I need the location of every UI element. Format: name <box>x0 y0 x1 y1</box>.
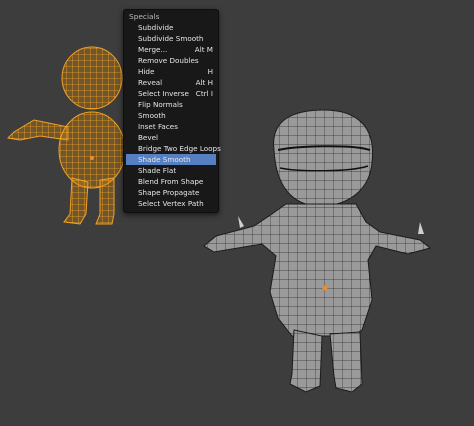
menu-item-hide[interactable]: Hide H <box>126 66 216 77</box>
menu-item-subdivide[interactable]: Subdivide <box>126 22 216 33</box>
3d-viewport[interactable]: Specials Subdivide Subdivide Smooth Merg… <box>0 0 474 426</box>
menu-item-select-vertex-path[interactable]: Select Vertex Path <box>126 198 216 209</box>
menu-item-smooth[interactable]: Smooth <box>126 110 216 121</box>
menu-item-shape-propagate[interactable]: Shape Propagate <box>126 187 216 198</box>
menu-item-merge[interactable]: Merge... Alt M <box>126 44 216 55</box>
menu-item-flip-normals[interactable]: Flip Normals <box>126 99 216 110</box>
menu-item-reveal[interactable]: Reveal Alt H <box>126 77 216 88</box>
menu-item-remove-doubles[interactable]: Remove Doubles <box>126 55 216 66</box>
menu-item-shade-smooth[interactable]: Shade Smooth <box>126 154 216 165</box>
menu-item-blend-from-shape[interactable]: Blend From Shape <box>126 176 216 187</box>
menu-item-shade-flat[interactable]: Shade Flat <box>126 165 216 176</box>
menu-item-select-inverse[interactable]: Select Inverse Ctrl I <box>126 88 216 99</box>
selected-character-mesh[interactable] <box>0 0 474 426</box>
menu-item-inset-faces[interactable]: Inset Faces <box>126 121 216 132</box>
specials-menu: Specials Subdivide Subdivide Smooth Merg… <box>123 9 221 213</box>
menu-item-bevel[interactable]: Bevel <box>126 132 216 143</box>
menu-item-subdivide-smooth[interactable]: Subdivide Smooth <box>126 33 216 44</box>
menu-item-bridge-two-edge-loops[interactable]: Bridge Two Edge Loops <box>126 143 221 154</box>
menu-title: Specials <box>129 12 160 21</box>
